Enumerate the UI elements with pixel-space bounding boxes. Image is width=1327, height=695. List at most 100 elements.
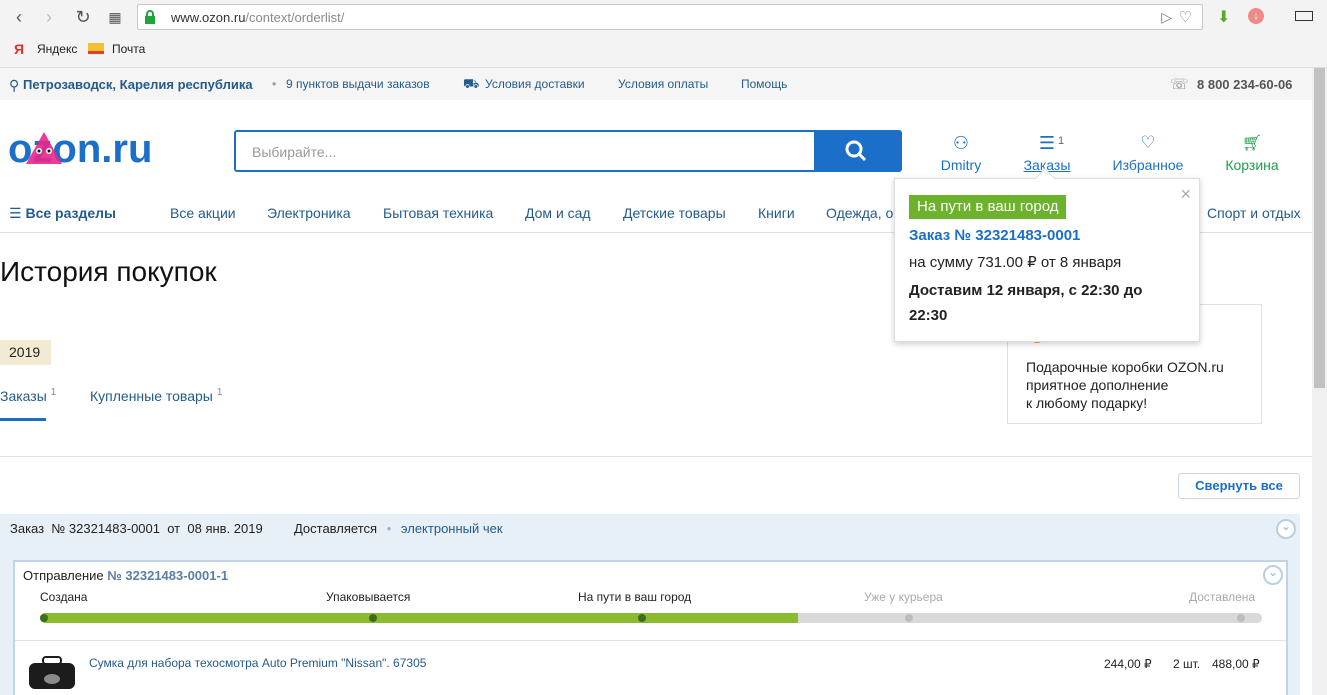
download-icon[interactable]: ⬇ <box>1217 7 1230 27</box>
tabs-grid-icon[interactable]: ▦ <box>104 6 126 28</box>
order-number: № 32321483-0001 <box>51 521 160 536</box>
progress-dot <box>40 614 48 622</box>
account-button[interactable]: ⚇ Dmitry <box>930 133 992 173</box>
year-filter[interactable]: 2019 <box>0 340 51 365</box>
divider <box>0 456 1312 457</box>
stage-created: Создана <box>40 590 88 604</box>
svg-text:ozon.ru: ozon.ru <box>8 127 152 171</box>
promo-line-1: Подарочные коробки OZON.ru <box>1026 359 1224 375</box>
unit-price: 244,00 ₽ <box>1104 657 1152 671</box>
order-collapse-button[interactable]: ⌄ <box>1276 519 1296 539</box>
promo-line-3: к любому подарку! <box>1026 395 1148 411</box>
menu-item-promos[interactable]: Все акции <box>170 205 236 221</box>
search-button[interactable] <box>814 132 900 170</box>
tab-orders[interactable]: Заказы 1 <box>0 387 56 404</box>
delivery-conditions-link[interactable]: Условия доставки <box>485 77 585 91</box>
menu-item-books[interactable]: Книги <box>758 205 795 221</box>
close-icon[interactable]: × <box>1180 184 1191 205</box>
menu-item-electronics[interactable]: Электроника <box>267 205 351 221</box>
save-page-icon[interactable]: ↓ <box>1248 8 1264 24</box>
search-input[interactable]: Выбирайте... <box>252 144 336 160</box>
stage-packing: Упаковывается <box>326 590 411 604</box>
mail-icon <box>88 43 104 54</box>
e-receipt-link[interactable]: электронный чек <box>401 521 503 536</box>
pickup-points-link[interactable]: 9 пунктов выдачи заказов <box>286 77 430 91</box>
heart-outline-icon: ♡ <box>1140 133 1156 152</box>
payment-conditions-link[interactable]: Условия оплаты <box>618 77 708 91</box>
forward-icon[interactable]: › <box>38 6 60 28</box>
product-name-link[interactable]: Сумка для набора техосмотра Auto Premium… <box>89 656 426 670</box>
chevron-down-icon: ⌄ <box>1281 519 1292 533</box>
heart-icon[interactable]: ♡ <box>1179 8 1192 26</box>
separator-dot: • <box>272 77 277 91</box>
progress-dot <box>905 614 913 622</box>
collapse-all-button[interactable]: Свернуть все <box>1178 473 1300 499</box>
quantity: 2 шт. <box>1173 657 1201 671</box>
menu-item-sport[interactable]: Спорт и отдых <box>1207 205 1301 221</box>
search-box[interactable]: Выбирайте... <box>234 130 902 172</box>
scrollbar-thumb[interactable] <box>1314 68 1325 388</box>
order-date: 08 янв. 2019 <box>187 521 263 536</box>
popup-sum: на сумму 731.00 ₽ от 8 января <box>909 254 1122 271</box>
yandex-icon: Я <box>14 41 25 57</box>
order-date-prefix: от <box>167 521 181 536</box>
order-status-popup: На пути в ваш город × Заказ № 32321483-0… <box>894 168 1200 342</box>
tab-orders-count: 1 <box>50 387 57 398</box>
separator-dot: • <box>386 521 392 536</box>
tab-bought-items[interactable]: Купленные товары 1 <box>90 387 222 404</box>
city-selector[interactable]: Петрозаводск, Карелия республика <box>23 77 253 92</box>
total-price: 488,00 ₽ <box>1212 657 1260 671</box>
tab-bought-count: 1 <box>216 387 223 398</box>
phone-number: 8 800 234-60-06 <box>1197 77 1293 92</box>
all-sections-button[interactable]: ☰ Все разделы <box>9 205 116 222</box>
bookmark-yandex[interactable]: Яндекс <box>37 42 77 56</box>
divider <box>15 640 1286 641</box>
tab-orders-label: Заказы <box>0 388 47 404</box>
popup-order-link[interactable]: Заказ № 32321483-0001 <box>909 227 1080 244</box>
address-bar[interactable]: www.ozon.ru/context/orderlist/ ▷ ♡ <box>137 4 1203 30</box>
cart-button[interactable]: 🛒︎ Корзина <box>1221 133 1283 173</box>
cart-icon: 🛒︎ <box>1241 135 1263 152</box>
cart-label: Корзина <box>1225 157 1279 173</box>
url-text: www.ozon.ru/context/orderlist/ <box>171 10 345 25</box>
favorites-label: Избранное <box>1112 157 1184 173</box>
search-icon <box>845 140 867 162</box>
product-image[interactable] <box>25 655 79 695</box>
progress-fill <box>40 613 798 623</box>
tab-bought-label: Купленные товары <box>90 388 213 404</box>
page-title: История покупок <box>0 256 217 287</box>
chevron-down-icon: ⌄ <box>1268 565 1279 579</box>
lock-icon <box>145 10 155 24</box>
shipment-card: Отправление № 32321483-0001-1 ⌄ Создана … <box>13 560 1288 695</box>
favorites-button[interactable]: ♡ Избранное <box>1108 133 1188 173</box>
shipment-number: № 32321483-0001-1 <box>107 568 229 583</box>
truck-icon: ⛟ <box>463 76 480 91</box>
account-label: Dmitry <box>940 157 982 173</box>
ozon-logo[interactable]: ozon.ru <box>8 124 198 174</box>
help-link[interactable]: Помощь <box>741 77 787 91</box>
orders-count: 1 <box>1058 135 1065 147</box>
progress-dot <box>369 614 377 622</box>
menu-item-kids[interactable]: Детские товары <box>623 205 726 221</box>
back-icon[interactable]: ‹ <box>8 6 30 28</box>
progress-dot <box>638 614 646 622</box>
stage-in-transit: На пути в ваш город <box>578 590 692 604</box>
battery-icon <box>1295 11 1313 21</box>
menu-item-clothes[interactable]: Одежда, о <box>826 205 893 221</box>
top-bar: ⚲ Петрозаводск, Карелия республика • 9 п… <box>0 68 1312 100</box>
all-sections-label: Все разделы <box>25 205 117 221</box>
stage-at-courier: Уже у курьера <box>864 590 943 604</box>
send-icon[interactable]: ▷ <box>1161 9 1172 26</box>
reload-icon[interactable]: ↻ <box>72 6 94 28</box>
promo-line-2: приятное дополнение <box>1026 377 1169 393</box>
order-status: Доставляется <box>293 521 378 536</box>
bookmark-mail[interactable]: Почта <box>112 42 145 56</box>
orders-button[interactable]: ☰ 1 Заказы <box>1016 133 1078 173</box>
stage-delivered: Доставлена <box>1189 590 1256 604</box>
scrollbar[interactable] <box>1312 68 1327 695</box>
order-header: Заказ № 32321483-0001 от 08 янв. 2019 До… <box>10 521 503 536</box>
active-tab-indicator <box>0 418 46 421</box>
shipment-collapse-button[interactable]: ⌄ <box>1263 565 1283 585</box>
menu-item-home-garden[interactable]: Дом и сад <box>525 205 591 221</box>
menu-item-appliances[interactable]: Бытовая техника <box>383 205 493 221</box>
